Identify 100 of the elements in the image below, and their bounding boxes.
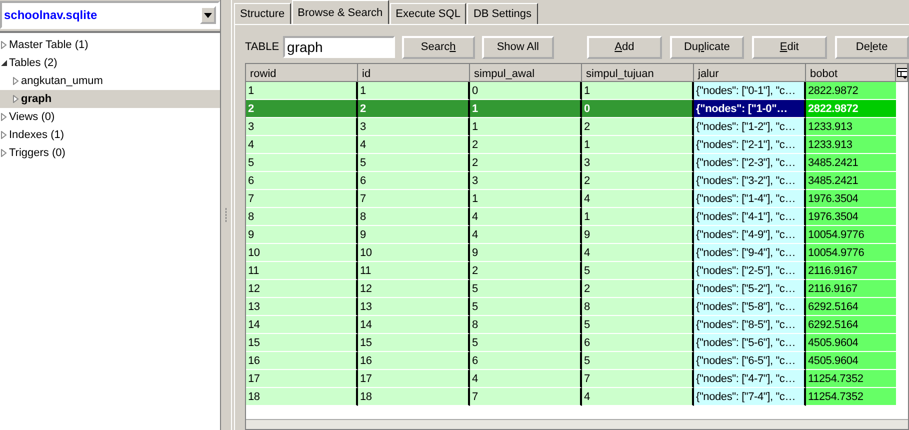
tree-item[interactable]: angkutan_umum bbox=[0, 72, 220, 90]
dropdown-arrow-icon bbox=[204, 12, 212, 18]
table-cell: 9 bbox=[358, 226, 470, 244]
database-dropdown[interactable]: schoolnav.sqlite bbox=[0, 1, 220, 29]
tab[interactable]: DB Settings bbox=[467, 3, 538, 24]
table-cell: 2116.9167 bbox=[806, 280, 896, 298]
horizontal-scrollbar[interactable] bbox=[246, 419, 908, 429]
table-cell: {"nodes": ["5-6"], "c… bbox=[694, 334, 806, 352]
table-cell: 11254.7352 bbox=[806, 370, 896, 388]
toolbar-button[interactable]: Delete bbox=[834, 36, 909, 58]
table-row[interactable]: 12 12 5 2 {"nodes": ["5-2"], "c… 2116.9167 bbox=[246, 280, 908, 298]
table-cell: {"nodes": ["6-5"], "c… bbox=[694, 352, 806, 370]
splitter-grip-icon[interactable] bbox=[224, 208, 228, 222]
column-header[interactable]: simpul_tujuan bbox=[582, 64, 694, 82]
table-row[interactable]: 17 17 4 7 {"nodes": ["4-7"], "c… 11254.7352 bbox=[246, 370, 908, 388]
table-cell: 5 bbox=[470, 280, 582, 298]
table-cell: 5 bbox=[582, 352, 694, 370]
table-cell: 3 bbox=[470, 172, 582, 190]
tree-item[interactable]: Indexes (1) bbox=[0, 126, 220, 144]
table-row[interactable]: 1 1 0 1 {"nodes": ["0-1"], "c… 2822.9872 bbox=[246, 82, 908, 100]
table-cell: {"nodes": ["4-1"], "c… bbox=[694, 208, 806, 226]
column-header[interactable]: jalur bbox=[694, 64, 806, 82]
table-cell: 7 bbox=[358, 190, 470, 208]
table-cell: 2 bbox=[582, 118, 694, 136]
table-cell: 2 bbox=[470, 262, 582, 280]
table-cell: 4 bbox=[470, 226, 582, 244]
tab[interactable]: Browse & Search bbox=[292, 0, 389, 24]
table-cell: 6 bbox=[358, 172, 470, 190]
table-row[interactable]: 13 13 5 8 {"nodes": ["5-8"], "c… 6292.5164 bbox=[246, 298, 908, 316]
table-row[interactable]: 2 2 1 0 {"nodes": ["1-0"… 2822.9872 bbox=[246, 100, 908, 118]
table-cell: 11 bbox=[246, 262, 358, 280]
table-cell: 11254.7352 bbox=[806, 388, 896, 406]
table-cell: 15 bbox=[246, 334, 358, 352]
table-cell: 5 bbox=[582, 262, 694, 280]
table-cell: 3 bbox=[358, 118, 470, 136]
table-name-field[interactable]: graph bbox=[283, 36, 396, 58]
tree-item[interactable]: Triggers (0) bbox=[0, 144, 220, 162]
table-row[interactable]: 11 11 2 5 {"nodes": ["2-5"], "c… 2116.9167 bbox=[246, 262, 908, 280]
table-row[interactable]: 9 9 4 9 {"nodes": ["4-9"], "c… 10054.9776 bbox=[246, 226, 908, 244]
tree-item[interactable]: Views (0) bbox=[0, 108, 220, 126]
table-cell: 16 bbox=[246, 352, 358, 370]
column-header[interactable]: simpul_awal bbox=[470, 64, 582, 82]
table-cell: 5 bbox=[246, 154, 358, 172]
tab[interactable]: Execute SQL bbox=[390, 3, 466, 24]
toolbar-button[interactable]: Show All bbox=[482, 36, 554, 58]
table-row[interactable]: 16 16 6 5 {"nodes": ["6-5"], "c… 4505.9604 bbox=[246, 352, 908, 370]
table-cell: {"nodes": ["8-5"], "c… bbox=[694, 316, 806, 334]
tree-item[interactable]: Tables (2) bbox=[0, 54, 220, 72]
table-cell: 4 bbox=[246, 136, 358, 154]
table-cell: 6292.5164 bbox=[806, 298, 896, 316]
table-cell: {"nodes": ["2-5"], "c… bbox=[694, 262, 806, 280]
table-cell: 4505.9604 bbox=[806, 334, 896, 352]
table-cell: {"nodes": ["4-7"], "c… bbox=[694, 370, 806, 388]
table-row[interactable]: 14 14 8 5 {"nodes": ["8-5"], "c… 6292.5164 bbox=[246, 316, 908, 334]
table-row[interactable]: 3 3 1 2 {"nodes": ["1-2"], "c… 1233.913 bbox=[246, 118, 908, 136]
table-cell: 3 bbox=[582, 154, 694, 172]
column-header[interactable]: bobot bbox=[806, 64, 896, 82]
table-cell: 7 bbox=[582, 370, 694, 388]
table-cell: 1233.913 bbox=[806, 118, 896, 136]
table-cell: 9 bbox=[582, 226, 694, 244]
table-cell: 4 bbox=[470, 370, 582, 388]
tree-item[interactable]: graph bbox=[0, 90, 220, 108]
column-header[interactable]: id bbox=[358, 64, 470, 82]
table-cell: 4 bbox=[582, 190, 694, 208]
table-cell: 12 bbox=[358, 280, 470, 298]
table-row[interactable]: 18 18 7 4 {"nodes": ["7-4"], "c… 11254.7352 bbox=[246, 388, 908, 406]
table-cell: {"nodes": ["2-1"], "c… bbox=[694, 136, 806, 154]
table-cell: 2 bbox=[358, 100, 470, 118]
toolbar-button[interactable]: Duplicate bbox=[670, 36, 744, 58]
table-cell: 0 bbox=[470, 82, 582, 100]
table-row[interactable]: 10 10 9 4 {"nodes": ["9-4"], "c… 10054.9776 bbox=[246, 244, 908, 262]
column-chooser-icon[interactable] bbox=[897, 68, 907, 79]
table-cell: 2 bbox=[582, 172, 694, 190]
table-cell: 1233.913 bbox=[806, 136, 896, 154]
table-cell: 2 bbox=[582, 280, 694, 298]
table-cell: 2 bbox=[470, 154, 582, 172]
tab[interactable]: Structure bbox=[234, 3, 291, 24]
table-cell: {"nodes": ["2-3"], "c… bbox=[694, 154, 806, 172]
toolbar-button[interactable]: Search bbox=[402, 36, 475, 58]
column-header[interactable]: rowid bbox=[246, 64, 358, 82]
table-row[interactable]: 15 15 5 6 {"nodes": ["5-6"], "c… 4505.9604 bbox=[246, 334, 908, 352]
table-row[interactable]: 7 7 1 4 {"nodes": ["1-4"], "c… 1976.3504 bbox=[246, 190, 908, 208]
table-cell: 17 bbox=[246, 370, 358, 388]
table-row[interactable]: 8 8 4 1 {"nodes": ["4-1"], "c… 1976.3504 bbox=[246, 208, 908, 226]
table-cell: 9 bbox=[470, 244, 582, 262]
table-cell: 4 bbox=[582, 244, 694, 262]
table-cell: {"nodes": ["5-8"], "c… bbox=[694, 298, 806, 316]
table-cell: 6292.5164 bbox=[806, 316, 896, 334]
table-cell: 16 bbox=[358, 352, 470, 370]
table-row[interactable]: 5 5 2 3 {"nodes": ["2-3"], "c… 3485.2421 bbox=[246, 154, 908, 172]
table-cell: {"nodes": ["1-0"… bbox=[694, 100, 806, 118]
table-cell: 1 bbox=[246, 82, 358, 100]
table-cell: {"nodes": ["1-2"], "c… bbox=[694, 118, 806, 136]
table-cell: 1 bbox=[358, 82, 470, 100]
tree-item[interactable]: Master Table (1) bbox=[0, 36, 220, 54]
table-row[interactable]: 6 6 3 2 {"nodes": ["3-2"], "c… 3485.2421 bbox=[246, 172, 908, 190]
toolbar-button[interactable]: Edit bbox=[752, 36, 827, 58]
table-cell: 11 bbox=[358, 262, 470, 280]
table-row[interactable]: 4 4 2 1 {"nodes": ["2-1"], "c… 1233.913 bbox=[246, 136, 908, 154]
toolbar-button[interactable]: Add bbox=[587, 36, 662, 58]
